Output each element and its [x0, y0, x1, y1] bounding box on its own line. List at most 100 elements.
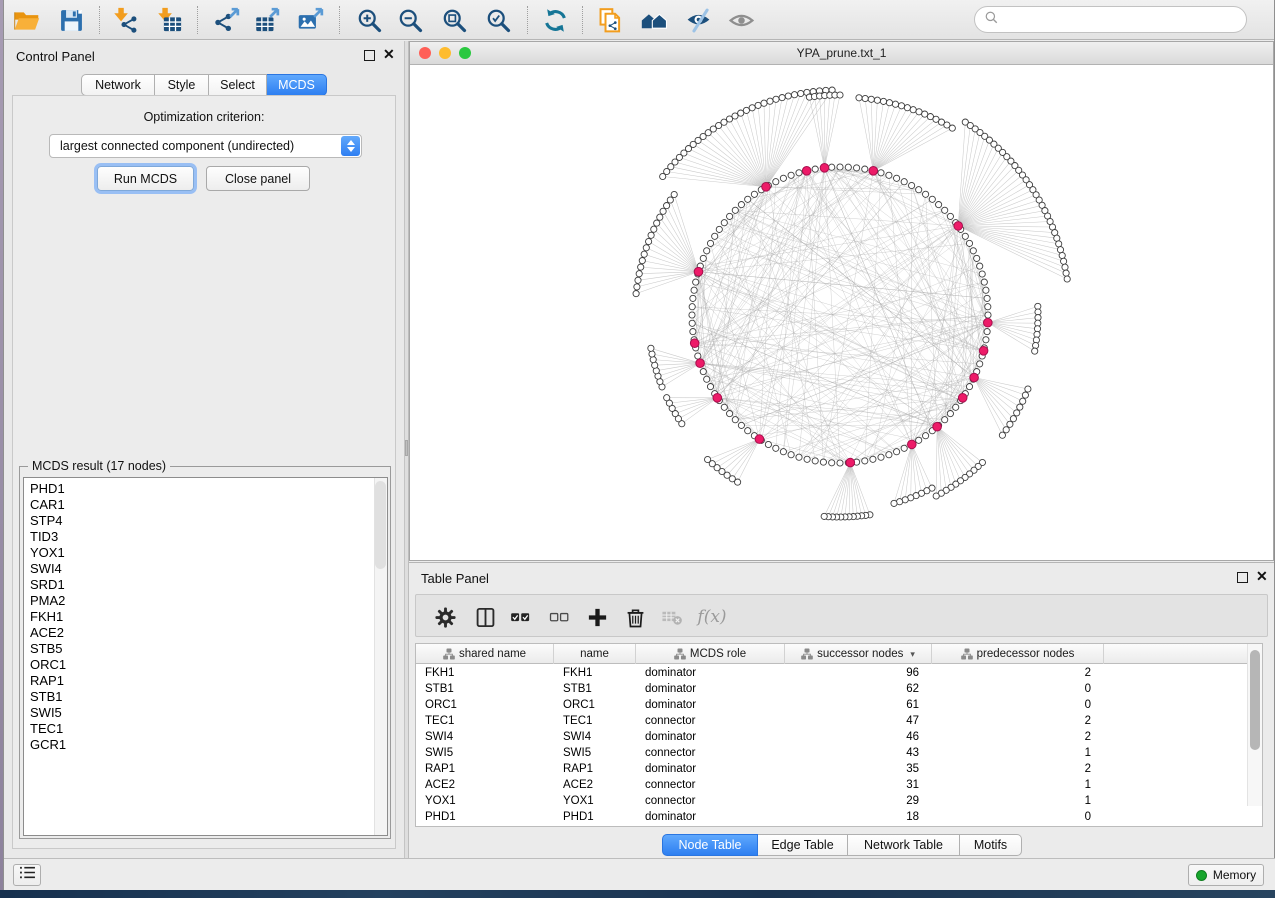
cell-predecessor-nodes[interactable]: 2 — [932, 761, 1104, 777]
mcds-result-item[interactable]: SRD1 — [24, 577, 373, 593]
deselect-all-button[interactable] — [544, 602, 574, 632]
hide-eye-button[interactable] — [681, 3, 715, 37]
cell-mcds-role[interactable]: dominator — [636, 681, 785, 697]
close-table-panel-icon[interactable]: ✕ — [1256, 568, 1268, 585]
cell-predecessor-nodes[interactable]: 2 — [932, 665, 1104, 681]
cell-successor-nodes[interactable]: 46 — [785, 729, 932, 745]
duplicate-network-button[interactable] — [593, 3, 627, 37]
mcds-result-item[interactable]: ACE2 — [24, 625, 373, 641]
cell-successor-nodes[interactable]: 62 — [785, 681, 932, 697]
column-header-shared-name[interactable]: shared name — [416, 644, 554, 664]
import-network-button[interactable] — [109, 3, 143, 37]
tab-motifs[interactable]: Motifs — [960, 834, 1022, 856]
export-image-button[interactable] — [293, 3, 327, 37]
table-row[interactable]: FKH1FKH1dominator962 — [416, 665, 1247, 681]
cell-shared-name[interactable]: SWI4 — [416, 729, 554, 745]
cell-successor-nodes[interactable]: 47 — [785, 713, 932, 729]
delete-button[interactable] — [620, 602, 650, 632]
column-header-successor-nodes[interactable]: successor nodes▾ — [785, 644, 932, 664]
add-button[interactable] — [582, 602, 612, 632]
cell-mcds-role[interactable]: dominator — [636, 697, 785, 713]
cell-predecessor-nodes[interactable]: 0 — [932, 809, 1104, 825]
search-input[interactable] — [999, 10, 1246, 30]
network-canvas[interactable] — [410, 65, 1273, 560]
cell-shared-name[interactable]: YOX1 — [416, 793, 554, 809]
cell-predecessor-nodes[interactable]: 2 — [932, 729, 1104, 745]
zoom-out-button[interactable] — [393, 3, 427, 37]
cell-name[interactable]: SWI5 — [554, 745, 636, 761]
table-row[interactable]: ACE2ACE2connector311 — [416, 777, 1247, 793]
cell-predecessor-nodes[interactable]: 0 — [932, 681, 1104, 697]
cell-shared-name[interactable]: TEC1 — [416, 713, 554, 729]
float-panel-icon[interactable] — [364, 50, 375, 61]
table-row[interactable]: RAP1RAP1dominator352 — [416, 761, 1247, 777]
cell-mcds-role[interactable]: connector — [636, 745, 785, 761]
cell-successor-nodes[interactable]: 31 — [785, 777, 932, 793]
cell-shared-name[interactable]: PHD1 — [416, 809, 554, 825]
open-folder-button[interactable] — [9, 3, 43, 37]
tab-network[interactable]: Network — [81, 74, 155, 96]
cell-mcds-role[interactable]: dominator — [636, 729, 785, 745]
table-scrollbar[interactable] — [1247, 644, 1262, 806]
delete-table-button[interactable] — [657, 602, 687, 632]
cell-predecessor-nodes[interactable]: 0 — [932, 697, 1104, 713]
cell-successor-nodes[interactable]: 18 — [785, 809, 932, 825]
cell-shared-name[interactable]: SWI5 — [416, 745, 554, 761]
network-window-titlebar[interactable]: YPA_prune.txt_1 — [410, 42, 1273, 65]
table-row[interactable]: TEC1TEC1connector472 — [416, 713, 1247, 729]
mcds-result-item[interactable]: PMA2 — [24, 593, 373, 609]
run-mcds-button[interactable]: Run MCDS — [97, 166, 194, 191]
zoom-selected-button[interactable] — [481, 3, 515, 37]
mcds-result-item[interactable]: TEC1 — [24, 721, 373, 737]
cell-shared-name[interactable]: STB1 — [416, 681, 554, 697]
tab-style[interactable]: Style — [155, 74, 209, 96]
table-row[interactable]: STB1STB1dominator620 — [416, 681, 1247, 697]
cell-shared-name[interactable]: FKH1 — [416, 665, 554, 681]
table-row[interactable]: PHD1PHD1dominator180 — [416, 809, 1247, 825]
cell-shared-name[interactable]: RAP1 — [416, 761, 554, 777]
memory-button[interactable]: Memory — [1188, 864, 1264, 886]
gear-button[interactable] — [430, 602, 460, 632]
list-scrollbar[interactable] — [374, 478, 387, 835]
zoom-fit-button[interactable] — [437, 3, 471, 37]
tab-network-table[interactable]: Network Table — [848, 834, 960, 856]
column-header-mcds-role[interactable]: MCDS role — [636, 644, 785, 664]
cell-name[interactable]: SWI4 — [554, 729, 636, 745]
cell-shared-name[interactable]: ORC1 — [416, 697, 554, 713]
cell-mcds-role[interactable]: connector — [636, 713, 785, 729]
zoom-in-button[interactable] — [352, 3, 386, 37]
function-builder-button[interactable]: f(x) — [697, 602, 727, 632]
cell-predecessor-nodes[interactable]: 1 — [932, 777, 1104, 793]
mcds-result-item[interactable]: STP4 — [24, 513, 373, 529]
cell-name[interactable]: FKH1 — [554, 665, 636, 681]
close-panel-icon[interactable]: ✕ — [383, 46, 395, 63]
cell-predecessor-nodes[interactable]: 1 — [932, 745, 1104, 761]
cell-successor-nodes[interactable]: 96 — [785, 665, 932, 681]
table-row[interactable]: SWI4SWI4dominator462 — [416, 729, 1247, 745]
column-menu-caret-icon[interactable]: ▾ — [910, 649, 915, 660]
show-eye-button[interactable] — [724, 3, 758, 37]
float-table-panel-icon[interactable] — [1237, 572, 1248, 583]
tab-mcds[interactable]: MCDS — [267, 74, 327, 96]
cell-name[interactable]: YOX1 — [554, 793, 636, 809]
table-row[interactable]: ORC1ORC1dominator610 — [416, 697, 1247, 713]
cell-name[interactable]: PHD1 — [554, 809, 636, 825]
cell-name[interactable]: RAP1 — [554, 761, 636, 777]
cell-predecessor-nodes[interactable]: 2 — [932, 713, 1104, 729]
cell-successor-nodes[interactable]: 43 — [785, 745, 932, 761]
mcds-result-list[interactable]: PHD1CAR1STP4TID3YOX1SWI4SRD1PMA2FKH1ACE2… — [23, 477, 388, 836]
mcds-result-item[interactable]: ORC1 — [24, 657, 373, 673]
cell-predecessor-nodes[interactable]: 1 — [932, 793, 1104, 809]
save-button[interactable] — [54, 3, 88, 37]
mcds-result-item[interactable]: PHD1 — [24, 481, 373, 497]
network-graph[interactable] — [410, 65, 1273, 560]
cell-name[interactable]: ORC1 — [554, 697, 636, 713]
export-network-button[interactable] — [209, 3, 243, 37]
mcds-result-item[interactable]: GCR1 — [24, 737, 373, 753]
table-row[interactable]: YOX1YOX1connector291 — [416, 793, 1247, 809]
cell-successor-nodes[interactable]: 35 — [785, 761, 932, 777]
column-header-predecessor-nodes[interactable]: predecessor nodes — [932, 644, 1104, 664]
criterion-select[interactable]: largest connected component (undirected) — [49, 134, 362, 158]
mcds-result-item[interactable]: SWI4 — [24, 561, 373, 577]
cell-successor-nodes[interactable]: 61 — [785, 697, 932, 713]
